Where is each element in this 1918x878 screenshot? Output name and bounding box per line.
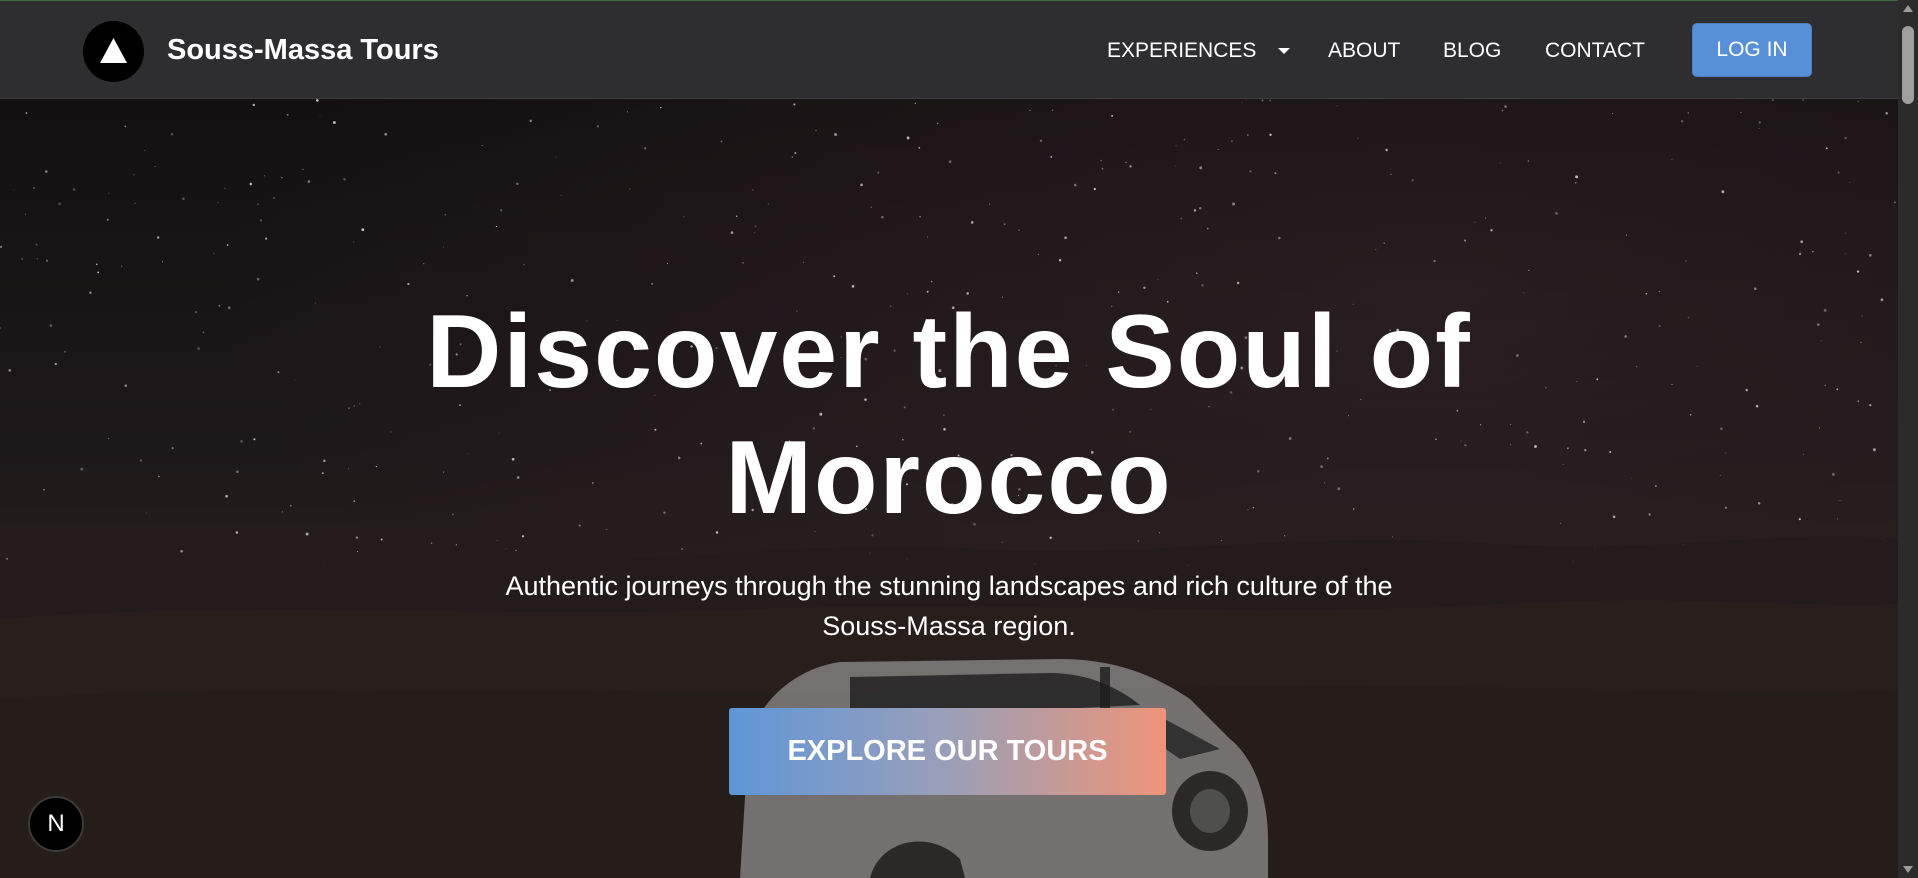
hero-title: Discover the Soul of Morocco — [426, 294, 1472, 536]
nav-contact[interactable]: CONTACT — [1545, 39, 1645, 63]
explore-tours-button[interactable]: EXPLORE OUR TOURS — [729, 708, 1166, 795]
scrollbar[interactable] — [1898, 0, 1918, 878]
scrollbar-thumb[interactable] — [1902, 26, 1914, 104]
site-header: Souss-Massa Tours EXPERIENCES ABOUT BLOG… — [0, 1, 1898, 99]
triangle-logo-icon[interactable] — [83, 21, 144, 82]
login-button[interactable]: LOG IN — [1692, 23, 1812, 77]
scroll-down-icon[interactable] — [1903, 866, 1913, 873]
scroll-up-icon[interactable] — [1903, 5, 1913, 12]
dev-tools-badge[interactable]: N — [28, 796, 84, 852]
nav-blog[interactable]: BLOG — [1443, 39, 1501, 63]
nav-about[interactable]: ABOUT — [1328, 39, 1400, 63]
page: Souss-Massa Tours EXPERIENCES ABOUT BLOG… — [0, 0, 1918, 878]
brand-name[interactable]: Souss-Massa Tours — [167, 34, 439, 67]
hero-section: Discover the Soul of Morocco Authentic j… — [0, 99, 1898, 878]
hero-subtitle: Authentic journeys through the stunning … — [505, 571, 1393, 641]
nav-experiences[interactable]: EXPERIENCES — [1107, 39, 1256, 63]
caret-down-icon[interactable] — [1278, 48, 1290, 54]
